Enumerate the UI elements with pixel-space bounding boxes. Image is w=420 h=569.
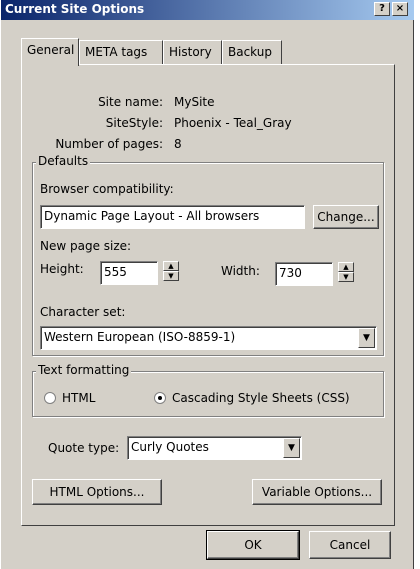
tab-backup-label: Backup xyxy=(228,45,272,59)
height-up-icon[interactable]: ▲ xyxy=(163,261,179,271)
pages-label: Number of pages: xyxy=(55,137,163,151)
close-button[interactable]: × xyxy=(392,2,408,16)
quote-type-select[interactable]: Curly Quotes xyxy=(127,436,302,460)
site-style-value: Phoenix - Teal_Gray xyxy=(174,116,292,130)
height-down-icon[interactable]: ▼ xyxy=(163,271,179,281)
cancel-button[interactable]: Cancel xyxy=(309,531,391,559)
site-options-dialog: Current Site Options ? × General META ta… xyxy=(0,0,414,569)
tab-meta-tags-label: META tags xyxy=(85,45,148,59)
css-radio-label[interactable]: Cascading Style Sheets (CSS) xyxy=(172,391,350,405)
height-spinner[interactable]: ▲ ▼ xyxy=(163,261,179,285)
width-down-icon[interactable]: ▼ xyxy=(338,272,354,282)
change-button[interactable]: Change... xyxy=(313,205,379,229)
page-size-label: New page size: xyxy=(40,239,132,253)
tab-general[interactable]: General xyxy=(21,38,79,66)
defaults-legend: Defaults xyxy=(36,154,91,168)
html-radio-label[interactable]: HTML xyxy=(62,391,95,405)
tab-history-label: History xyxy=(169,45,212,59)
site-name-label: Site name: xyxy=(98,95,163,109)
height-input[interactable]: 555 xyxy=(100,261,158,285)
text-formatting-legend: Text formatting xyxy=(36,363,132,377)
width-input[interactable]: 730 xyxy=(275,262,333,286)
pages-value: 8 xyxy=(174,137,182,151)
css-radio[interactable] xyxy=(154,392,166,404)
quote-type-label: Quote type: xyxy=(48,441,120,455)
tab-meta-tags[interactable]: META tags xyxy=(79,40,163,64)
width-up-icon[interactable]: ▲ xyxy=(338,262,354,272)
charset-label: Character set: xyxy=(40,305,126,319)
charset-value: Western European (ISO-8859-1) xyxy=(44,330,236,344)
quote-type-dropdown-icon[interactable]: ▼ xyxy=(283,438,300,458)
charset-dropdown-icon[interactable]: ▼ xyxy=(358,328,375,348)
site-name-value: MySite xyxy=(174,95,215,109)
html-radio[interactable] xyxy=(44,392,56,404)
tab-history[interactable]: History xyxy=(163,40,222,64)
height-label: Height: xyxy=(40,262,84,276)
variable-options-button[interactable]: Variable Options... xyxy=(252,479,382,505)
ok-button[interactable]: OK xyxy=(206,530,300,560)
help-button[interactable]: ? xyxy=(374,2,390,16)
width-spinner[interactable]: ▲ ▼ xyxy=(338,262,354,286)
dialog-title: Current Site Options xyxy=(5,2,145,16)
site-style-label: SiteStyle: xyxy=(105,116,163,130)
browser-compat-field[interactable]: Dynamic Page Layout - All browsers xyxy=(40,205,305,229)
charset-select[interactable]: Western European (ISO-8859-1) xyxy=(40,326,377,350)
width-label: Width: xyxy=(221,264,260,278)
general-tab-panel: Site name: MySite SiteStyle: Phoenix - T… xyxy=(21,64,395,526)
css-radio-selected-icon xyxy=(158,396,162,400)
browser-compat-label: Browser compatibility: xyxy=(40,182,174,196)
title-bar[interactable]: Current Site Options ? × xyxy=(1,0,414,20)
tab-backup[interactable]: Backup xyxy=(222,40,282,64)
tab-general-label: General xyxy=(27,43,75,57)
quote-type-value: Curly Quotes xyxy=(131,440,209,454)
html-options-button[interactable]: HTML Options... xyxy=(32,479,162,505)
